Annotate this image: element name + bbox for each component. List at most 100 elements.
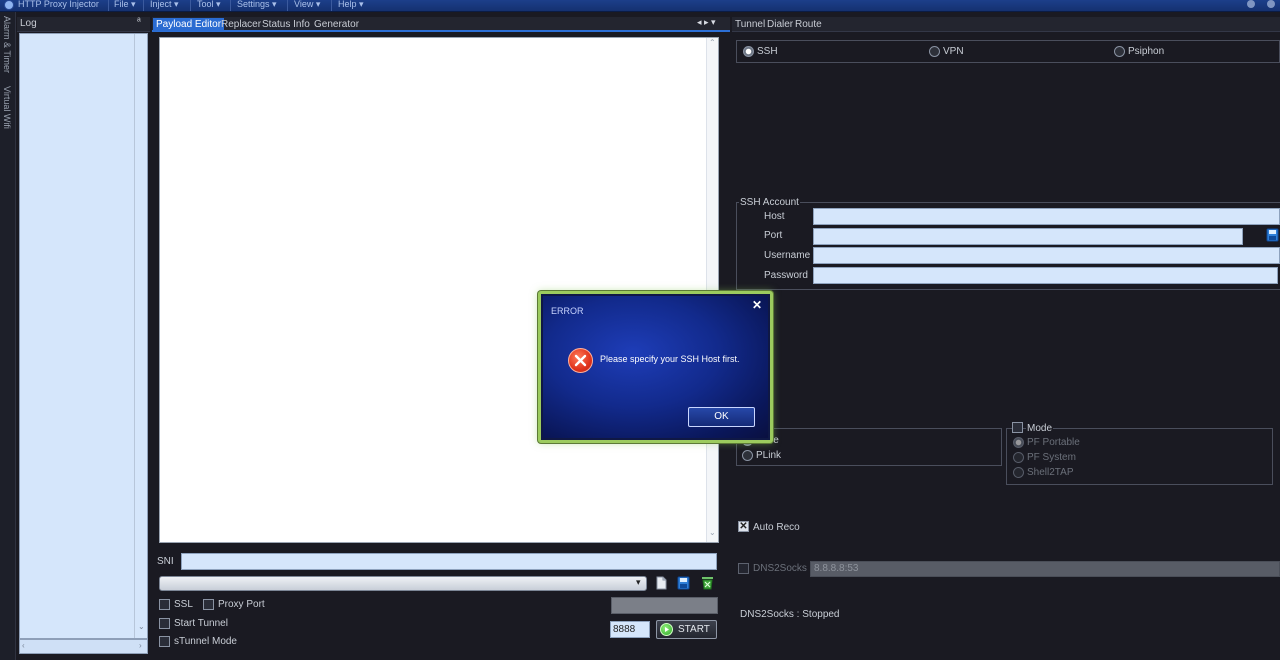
tab-route[interactable]: Route [792,18,825,31]
menu-separator [190,0,191,11]
log-textarea[interactable] [19,33,148,639]
ssl-label: SSL [174,599,193,610]
host-input[interactable] [813,208,1280,225]
menu-view[interactable]: View ▾ [294,0,320,10]
new-file-icon[interactable] [655,576,668,590]
pin-icon[interactable]: ᵃ [137,16,141,27]
chevron-left-icon[interactable]: ‹ [22,641,25,650]
psiphon-radio[interactable] [1114,46,1125,57]
sni-label: SNI [157,556,174,567]
menu-separator [143,0,144,11]
ssh-radio[interactable] [743,46,754,57]
mode-checkbox[interactable] [1012,422,1023,433]
start-button[interactable]: START [656,620,717,639]
menu-separator [331,0,332,11]
tab-tunnel[interactable]: Tunnel [732,18,768,31]
stunnel-mode-label: sTunnel Mode [174,636,237,647]
side-dock-strip: Alarm & Timer Virtual Wifi [0,12,16,660]
minimize-icon[interactable] [1247,0,1255,8]
sni-input[interactable] [181,553,717,570]
app-icon [4,0,14,10]
tab-replacer[interactable]: Replacer [218,18,264,31]
payload-select[interactable]: ▾ [159,576,647,591]
pf-portable-radio[interactable] [1013,437,1024,448]
close-icon[interactable]: ✕ [752,298,762,312]
save-icon[interactable] [1266,228,1279,242]
log-panel-header: Log ᵃ [17,16,150,32]
tab-scroll-arrows[interactable]: ◂ ▸ ▾ [697,17,716,28]
right-tab-bar: Tunnel Dialer Route [732,17,1280,32]
tab-generator[interactable]: Generator [311,18,362,31]
pf-system-radio[interactable] [1013,452,1024,463]
middle-tab-bar: Payload Editor Replacer Status Info Gene… [152,17,730,32]
proxy-status-box [611,597,718,614]
shell2tap-label: Shell2TAP [1027,467,1074,478]
proxy-port-label: Proxy Port [218,599,265,610]
chevron-down-icon[interactable]: ⌄ [709,528,716,537]
start-tunnel-label: Start Tunnel [174,618,228,629]
close-window-icon[interactable] [1267,0,1275,8]
chevron-up-icon[interactable]: ⌃ [709,38,716,47]
trash-icon[interactable] [701,576,714,590]
tab-status-info[interactable]: Status Info [259,18,313,31]
log-vertical-scrollbar[interactable]: ⌄ [134,34,147,638]
menu-bar: HTTP Proxy Injector File ▾ Inject ▾ Tool… [0,0,1280,12]
ssh-radio-label: SSH [757,46,778,57]
editor-vertical-scrollbar[interactable]: ⌃ ⌄ [706,38,718,542]
menu-file[interactable]: File ▾ [114,0,136,10]
protocol-group: SSH VPN Psiphon [736,40,1280,63]
payload-editor-textarea[interactable] [159,37,719,543]
ssl-checkbox[interactable] [159,599,170,610]
menu-inject[interactable]: Inject ▾ [150,0,179,10]
ok-button[interactable]: OK [688,407,755,427]
dock-tab-virtual-wifi[interactable]: Virtual Wifi [2,86,12,129]
dns2socks-checkbox[interactable] [738,563,749,574]
chevron-down-icon[interactable]: ▾ [636,577,641,588]
host-label: Host [764,211,785,222]
auto-reco-checkbox[interactable]: ✕ [738,521,749,532]
psiphon-radio-label: Psiphon [1128,46,1165,57]
stunnel-mode-checkbox[interactable] [159,636,170,647]
vpn-radio[interactable] [929,46,940,57]
plink-label: PLink [756,450,782,461]
port-input[interactable]: 8888 [610,621,650,638]
dns2socks-input[interactable]: 8.8.8.8:53 [810,561,1280,577]
dialog-title: ERROR [551,306,584,316]
menu-settings[interactable]: Settings ▾ [237,0,277,10]
password-label: Password [764,270,808,281]
log-horizontal-scrollbar[interactable]: ‹ › [19,639,148,654]
pf-portable-label: PF Portable [1027,437,1080,448]
proxy-port-checkbox[interactable] [203,599,214,610]
error-dialog: ERROR ✕ Please specify your SSH Host fir… [538,291,773,443]
ssh-account-title: SSH Account [739,197,800,208]
error-message: Please specify your SSH Host first. [600,354,740,364]
vpn-radio-label: VPN [943,46,964,57]
tab-payload-editor[interactable]: Payload Editor [153,18,225,31]
username-label: Username [764,250,811,261]
port-label: Port [764,230,783,241]
pf-system-label: PF System [1027,452,1076,463]
menu-help[interactable]: Help ▾ [338,0,364,10]
menu-separator [230,0,231,11]
log-title: Log [20,18,37,29]
chevron-right-icon[interactable]: › [139,641,142,650]
dns2socks-label: DNS2Socks [753,563,807,574]
error-dialog-body: ERROR ✕ Please specify your SSH Host fir… [543,296,768,438]
plink-radio[interactable] [742,450,753,461]
auto-reco-label: Auto Reco [753,522,800,533]
mode-title: Mode [1026,423,1054,434]
start-tunnel-checkbox[interactable] [159,618,170,629]
username-input[interactable] [813,247,1280,264]
error-icon [568,348,593,373]
chevron-down-icon[interactable]: ⌄ [138,622,145,631]
dns2socks-status: DNS2Socks : Stopped [740,609,840,620]
menu-tool[interactable]: Tool ▾ [197,0,221,10]
dock-tab-alarm-timer[interactable]: Alarm & Timer [2,16,12,73]
shell2tap-radio[interactable] [1013,467,1024,478]
ssh-port-input[interactable] [813,228,1243,245]
play-icon [660,623,673,636]
password-input[interactable] [813,267,1278,284]
start-label: START [678,624,710,635]
save-icon[interactable] [677,576,690,590]
menu-separator [287,0,288,11]
